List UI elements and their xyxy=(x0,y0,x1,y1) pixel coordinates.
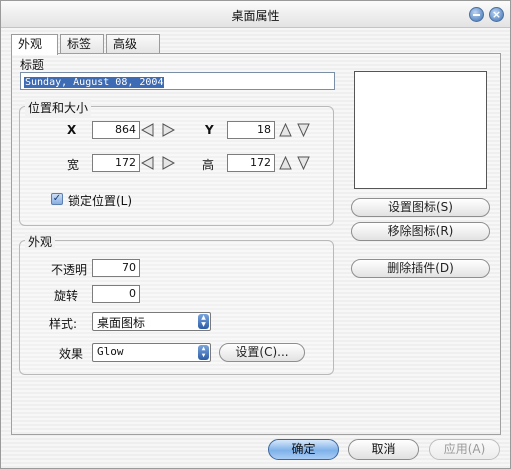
style-label: 样式: xyxy=(49,317,78,331)
y-field[interactable]: 18 xyxy=(227,121,275,139)
remove-icon-button[interactable]: 移除图标(R) xyxy=(351,222,490,241)
opacity-label: 不透明 xyxy=(51,263,88,277)
title-input-value: Sunday, August 08, 2004 xyxy=(24,77,165,88)
up-arrow-icon[interactable] xyxy=(279,156,292,170)
set-icon-button[interactable]: 设置图标(S) xyxy=(351,198,490,217)
close-icon[interactable] xyxy=(489,7,504,22)
rotate-field[interactable]: 0 xyxy=(92,285,140,303)
desktop-properties-dialog: 桌面属性 外观 标签 高级 标题 Sunday, August 08, 2004… xyxy=(0,0,511,469)
right-arrow-icon[interactable] xyxy=(162,156,175,170)
dropdown-stepper-icon: ▲ ▼ xyxy=(198,345,209,360)
title-label: 标题 xyxy=(20,58,45,72)
down-arrow-icon[interactable] xyxy=(297,123,310,137)
tab-label[interactable]: 标签 xyxy=(60,34,104,54)
tab-appearance[interactable]: 外观 xyxy=(11,34,58,55)
minimize-icon[interactable] xyxy=(469,7,484,22)
icon-preview xyxy=(354,71,487,189)
effect-select[interactable]: Glow ▲ ▼ xyxy=(92,343,211,362)
window-title: 桌面属性 xyxy=(231,9,280,23)
x-label: X xyxy=(67,123,77,137)
height-label: 高 xyxy=(202,158,215,172)
width-label: 宽 xyxy=(67,158,80,172)
x-field[interactable]: 864 xyxy=(92,121,140,139)
appearance-group-title: 外观 xyxy=(25,233,56,250)
ok-button[interactable]: 确定 xyxy=(268,439,339,460)
style-select[interactable]: 桌面图标 ▲ ▼ xyxy=(92,312,211,331)
height-field[interactable]: 172 xyxy=(227,154,275,172)
up-arrow-icon[interactable] xyxy=(279,123,292,137)
down-arrow-icon[interactable] xyxy=(297,156,310,170)
lock-position-label[interactable]: 锁定位置(L) xyxy=(68,192,132,209)
tab-advanced[interactable]: 高级 xyxy=(106,34,160,54)
position-size-group-title: 位置和大小 xyxy=(25,99,92,116)
width-field[interactable]: 172 xyxy=(92,154,140,172)
opacity-field[interactable]: 70 xyxy=(92,259,140,277)
lock-position-checkbox[interactable]: ✓ xyxy=(51,193,63,205)
delete-widget-button[interactable]: 删除插件(D) xyxy=(351,259,490,278)
style-select-value: 桌面图标 xyxy=(97,316,146,330)
left-arrow-icon[interactable] xyxy=(141,123,154,137)
title-input[interactable]: Sunday, August 08, 2004 xyxy=(20,72,335,90)
effect-select-value: Glow xyxy=(97,345,124,358)
title-bar[interactable]: 桌面属性 xyxy=(1,1,510,28)
rotate-label: 旋转 xyxy=(54,289,79,303)
effect-label: 效果 xyxy=(59,347,84,361)
cancel-button[interactable]: 取消 xyxy=(348,439,419,460)
left-arrow-icon[interactable] xyxy=(141,156,154,170)
y-label: Y xyxy=(205,123,214,137)
effect-settings-button[interactable]: 设置(C)... xyxy=(219,343,305,362)
apply-button[interactable]: 应用(A) xyxy=(429,439,500,460)
right-arrow-icon[interactable] xyxy=(162,123,175,137)
dropdown-stepper-icon: ▲ ▼ xyxy=(198,314,209,329)
